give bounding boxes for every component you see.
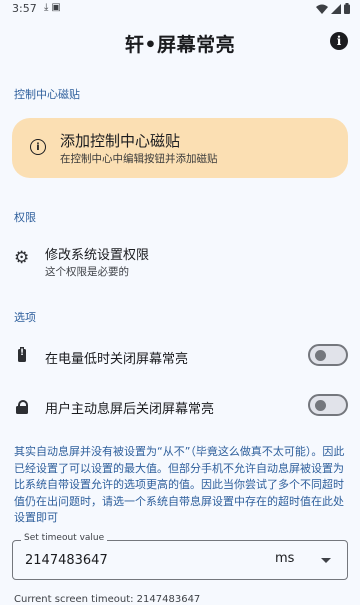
status-time: 3:57 bbox=[12, 2, 37, 15]
app-title: 轩•屏幕常亮 bbox=[124, 34, 236, 56]
battery-icon bbox=[344, 3, 350, 14]
add-tile-subtitle: 在控制中心中编辑按钮并添加磁贴 bbox=[60, 153, 218, 165]
status-right-icons bbox=[316, 3, 350, 14]
option-low-battery-label: 在电量低时关闭屏幕常亮 bbox=[45, 352, 189, 367]
permission-title: 修改系统设置权限 bbox=[45, 248, 150, 263]
info-outline-icon: i bbox=[30, 139, 46, 155]
toggle-knob bbox=[315, 350, 326, 361]
timeout-field-label: Set timeout value bbox=[21, 533, 108, 543]
low-battery-toggle[interactable] bbox=[308, 344, 348, 366]
toggle-knob bbox=[315, 400, 326, 411]
timeout-unit-select[interactable]: ms bbox=[275, 550, 335, 570]
status-notification-icons: ⤓ ▣ bbox=[44, 2, 61, 14]
permission-item[interactable]: ⚙ 修改系统设置权限 这个权限是必要的 bbox=[0, 240, 360, 280]
section-title-options: 选项 bbox=[14, 311, 36, 324]
timeout-explanation: 其实自动息屏并没有被设置为“从不”（毕竟这么做真不太可能）。因此已经设置了可以设… bbox=[14, 445, 345, 524]
battery-alert-icon bbox=[18, 347, 26, 362]
wifi-icon bbox=[316, 4, 328, 14]
signal-icon bbox=[331, 3, 341, 14]
user-lock-toggle[interactable] bbox=[308, 394, 348, 416]
info-icon: i bbox=[336, 34, 342, 48]
download-icon: ⤓ bbox=[44, 2, 49, 13]
option-user-lock-label: 用户主动息屏后关闭屏幕常亮 bbox=[45, 402, 215, 417]
option-low-battery[interactable]: 在电量低时关闭屏幕常亮 bbox=[0, 340, 360, 372]
timeout-unit: ms bbox=[275, 551, 295, 566]
permission-subtitle: 这个权限是必要的 bbox=[45, 266, 129, 278]
timeout-input[interactable] bbox=[25, 549, 225, 571]
add-tile-card[interactable]: i 添加控制中心磁贴 在控制中心中编辑按钮并添加磁贴 bbox=[12, 118, 348, 178]
add-tile-title: 添加控制中心磁贴 bbox=[60, 132, 181, 150]
section-title-permissions: 权限 bbox=[14, 211, 36, 224]
option-user-lock[interactable]: 用户主动息屏后关闭屏幕常亮 bbox=[0, 392, 360, 424]
status-bar: 3:57 ⤓ ▣ bbox=[0, 0, 360, 18]
section-title-control-center: 控制中心磁贴 bbox=[14, 88, 80, 101]
app-notification-icon: ▣ bbox=[51, 2, 61, 13]
gear-icon: ⚙ bbox=[14, 248, 30, 268]
dropdown-arrow-icon bbox=[321, 558, 331, 563]
timeout-field: Set timeout value ms bbox=[12, 533, 348, 580]
info-button[interactable]: i bbox=[330, 32, 348, 50]
lock-icon bbox=[16, 400, 28, 414]
